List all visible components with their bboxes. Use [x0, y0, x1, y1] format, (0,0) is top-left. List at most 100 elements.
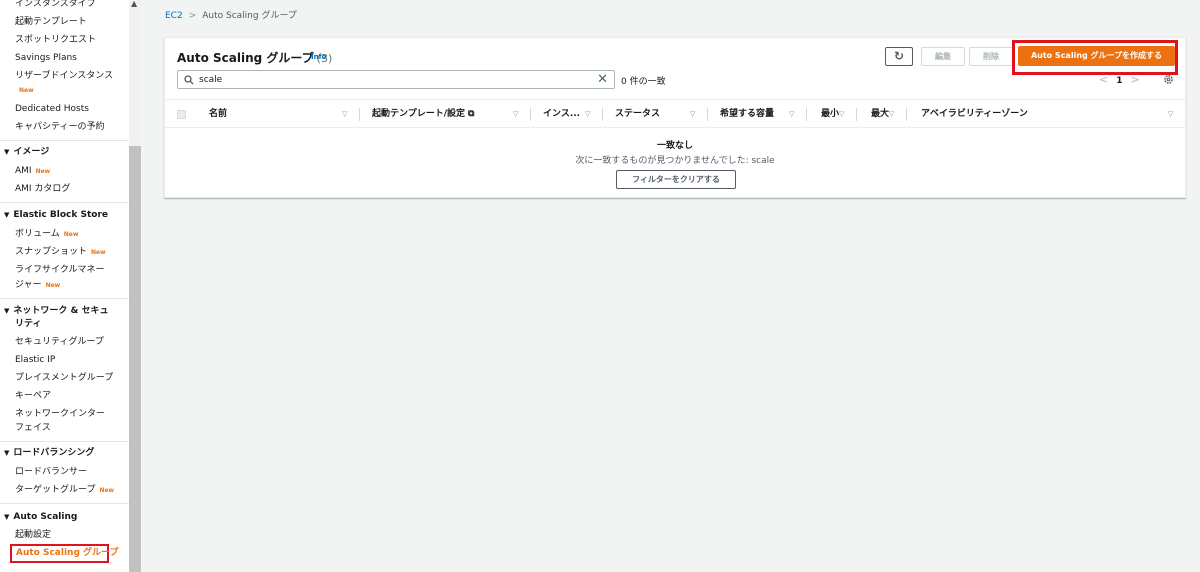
item-label: スナップショット: [15, 247, 88, 257]
sort-icon[interactable]: ▽: [690, 100, 695, 128]
sidebar-section-load-balancing[interactable]: ▼ ロードバランシング: [4, 446, 94, 461]
sidebar-divider: [0, 140, 129, 141]
gear-icon[interactable]: [1163, 74, 1174, 85]
empty-state-description: 次に一致するものが見つかりませんでした: scale: [575, 156, 775, 166]
next-page-icon[interactable]: >: [1130, 73, 1139, 86]
section-title: Elastic Block Store: [13, 210, 109, 220]
caret-down-icon: ▼: [4, 211, 10, 219]
section-title: ロードバランシング: [13, 448, 95, 458]
sort-icon[interactable]: ▽: [889, 100, 894, 128]
sort-icon[interactable]: ▽: [585, 100, 590, 128]
sort-icon[interactable]: ▽: [513, 100, 518, 128]
item-label: Auto Scaling グループ: [16, 548, 119, 558]
sidebar-item-key-pairs[interactable]: キーペア: [15, 389, 51, 404]
edit-button[interactable]: 編集: [921, 47, 965, 66]
column-divider[interactable]: [707, 108, 708, 121]
sidebar-item-elastic-ip[interactable]: Elastic IP: [15, 353, 55, 368]
info-link[interactable]: Info: [311, 53, 326, 61]
new-badge: New: [19, 87, 34, 94]
sidebar-item-network-interfaces-line2[interactable]: フェイス: [15, 421, 51, 436]
item-label: ターゲットグループ: [15, 485, 96, 495]
delete-button[interactable]: 削除: [969, 47, 1013, 66]
clear-filters-button[interactable]: フィルターをクリアする: [616, 170, 736, 189]
panel-title-text: Auto Scaling グループ: [177, 51, 314, 65]
sidebar-item-ami[interactable]: AMI New: [15, 164, 50, 179]
new-badge: New: [35, 168, 51, 175]
sidebar-item-load-balancers[interactable]: ロードバランサー: [15, 465, 87, 480]
sidebar-item-network-interfaces[interactable]: ネットワークインター: [15, 407, 105, 422]
caret-down-icon: ▼: [4, 449, 10, 457]
panel-title: Auto Scaling グループ (3): [177, 49, 332, 66]
new-badge: New: [45, 282, 61, 289]
create-auto-scaling-group-button[interactable]: Auto Scaling グループを作成する: [1018, 46, 1175, 66]
sidebar-item-capacity-reservations[interactable]: キャパシティーの予約: [15, 120, 104, 135]
new-badge: New: [91, 249, 106, 256]
breadcrumb-ec2-link[interactable]: EC2: [165, 11, 183, 21]
match-count: 0 件の一致: [621, 77, 666, 87]
sidebar-item-target-groups[interactable]: ターゲットグループ New: [15, 483, 114, 498]
sidebar-item-placement-groups[interactable]: プレイスメントグループ: [15, 371, 113, 386]
column-header-desired-capacity[interactable]: 希望する容量: [720, 100, 774, 128]
select-all-checkbox[interactable]: [177, 110, 186, 119]
section-title: ネットワーク & セキュ: [13, 306, 109, 316]
sidebar-section-images[interactable]: ▼ イメージ: [4, 145, 49, 160]
scroll-up-arrow-icon[interactable]: ▲: [131, 0, 137, 8]
sidebar-divider: [0, 202, 129, 203]
sidebar-item-ami-catalog[interactable]: AMI カタログ: [15, 182, 70, 197]
pagination: <1 >: [1099, 73, 1140, 86]
sidebar-section-network-security-line2[interactable]: リティ: [15, 317, 41, 332]
prev-page-icon[interactable]: <: [1099, 73, 1108, 86]
search-box[interactable]: ✕: [177, 70, 615, 89]
sidebar-scrollbar-thumb[interactable]: [129, 146, 141, 572]
search-input[interactable]: [199, 72, 594, 87]
sidebar-item-launch-templates[interactable]: 起動テンプレート: [15, 15, 87, 30]
sidebar-item-dedicated-hosts[interactable]: Dedicated Hosts: [15, 102, 89, 117]
column-divider[interactable]: [530, 108, 531, 121]
sidebar-section-ebs[interactable]: ▼ Elastic Block Store: [4, 208, 108, 223]
search-icon: [184, 75, 194, 85]
chevron-right-icon: >: [188, 11, 197, 21]
sidebar-item-launch-configurations[interactable]: 起動設定: [15, 528, 51, 543]
sort-icon[interactable]: ▽: [342, 100, 347, 128]
sidebar-item-auto-scaling-groups[interactable]: Auto Scaling グループ: [10, 544, 119, 563]
caret-down-icon: ▼: [4, 148, 10, 156]
sidebar-item-reserved-instances[interactable]: リザーブドインスタンス: [15, 69, 113, 84]
refresh-button[interactable]: ↻: [885, 47, 913, 66]
external-link-icon: ⧉: [468, 109, 475, 119]
sort-icon[interactable]: ▽: [789, 100, 794, 128]
column-divider[interactable]: [359, 108, 360, 121]
sidebar-divider: [0, 441, 129, 442]
column-header-launch-template[interactable]: 起動テンプレート/設定 ⧉: [372, 100, 474, 128]
table-header: 名前 ▽ 起動テンプレート/設定 ⧉ ▽ インス... ▽ ステータス ▽ 希望す…: [165, 99, 1185, 128]
sidebar-item-snapshots[interactable]: スナップショット New: [15, 245, 106, 260]
column-header-availability-zones[interactable]: アベイラビリティーゾーン: [921, 100, 1028, 128]
item-label: AMI: [15, 166, 32, 176]
sort-icon[interactable]: ▽: [1168, 100, 1173, 128]
sidebar-item-savings-plans[interactable]: Savings Plans: [15, 51, 77, 66]
sidebar-section-auto-scaling[interactable]: ▼ Auto Scaling: [4, 510, 77, 525]
new-badge: New: [63, 231, 79, 238]
section-title: Auto Scaling: [13, 512, 78, 522]
page-number[interactable]: 1: [1116, 76, 1122, 86]
caret-down-icon: ▼: [4, 513, 10, 521]
column-header-name[interactable]: 名前: [209, 100, 227, 128]
column-header-status[interactable]: ステータス: [615, 100, 660, 128]
caret-down-icon: ▼: [4, 307, 10, 315]
column-divider[interactable]: [602, 108, 603, 121]
sort-icon[interactable]: ▽: [839, 100, 844, 128]
sidebar-item-lifecycle-manager[interactable]: ライフサイクルマネー: [15, 263, 105, 278]
sidebar-item-lifecycle-manager-line2[interactable]: ジャー New: [15, 278, 60, 293]
sidebar-item-instance-types[interactable]: インスタンスタイプ: [15, 0, 96, 12]
column-header-min[interactable]: 最小: [821, 100, 839, 128]
breadcrumb-current: Auto Scaling グループ: [202, 11, 297, 21]
column-divider[interactable]: [806, 108, 807, 121]
sidebar-item-spot-requests[interactable]: スポットリクエスト: [15, 33, 96, 48]
sidebar-item-volumes[interactable]: ボリューム New: [15, 227, 78, 242]
column-label: 起動テンプレート/設定: [372, 109, 466, 119]
column-divider[interactable]: [856, 108, 857, 121]
column-header-instances[interactable]: インス...: [543, 100, 580, 128]
clear-search-icon[interactable]: ✕: [597, 72, 608, 87]
sidebar-item-security-groups[interactable]: セキュリティグループ: [15, 335, 104, 350]
column-divider[interactable]: [906, 108, 907, 121]
column-header-max[interactable]: 最大: [871, 100, 889, 128]
